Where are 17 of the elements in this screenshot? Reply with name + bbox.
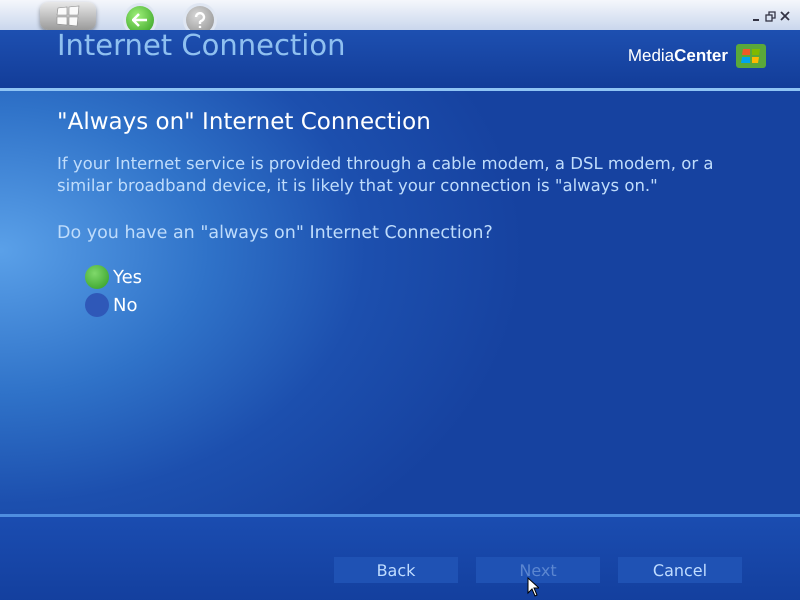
question-text: Do you have an "always on" Internet Connection? (57, 223, 494, 243)
radio-option[interactable]: No (85, 293, 760, 317)
back-arrow-icon (132, 13, 148, 27)
wizard-button[interactable]: Cancel (618, 557, 742, 583)
mouse-cursor-icon (527, 577, 539, 597)
wizard-button[interactable]: Back (334, 557, 458, 583)
radio-option[interactable]: Yes (85, 265, 760, 289)
close-icon[interactable] (780, 11, 790, 21)
windows-flag-icon (55, 5, 81, 27)
page-title: Internet Connection (57, 28, 346, 62)
description-text: If your Internet service is provided through a cable modem, a DSL modem, or a similar broadband device, it is likely that your connection is "always on." (57, 153, 714, 197)
restore-icon[interactable] (765, 10, 776, 22)
brand-logo-text: MediaCenter (628, 46, 728, 66)
start-button[interactable] (40, 2, 96, 30)
section-heading: "Always on" Internet Connection (57, 109, 432, 135)
windows-flag-icon (736, 44, 766, 68)
question-mark-icon (194, 12, 206, 28)
